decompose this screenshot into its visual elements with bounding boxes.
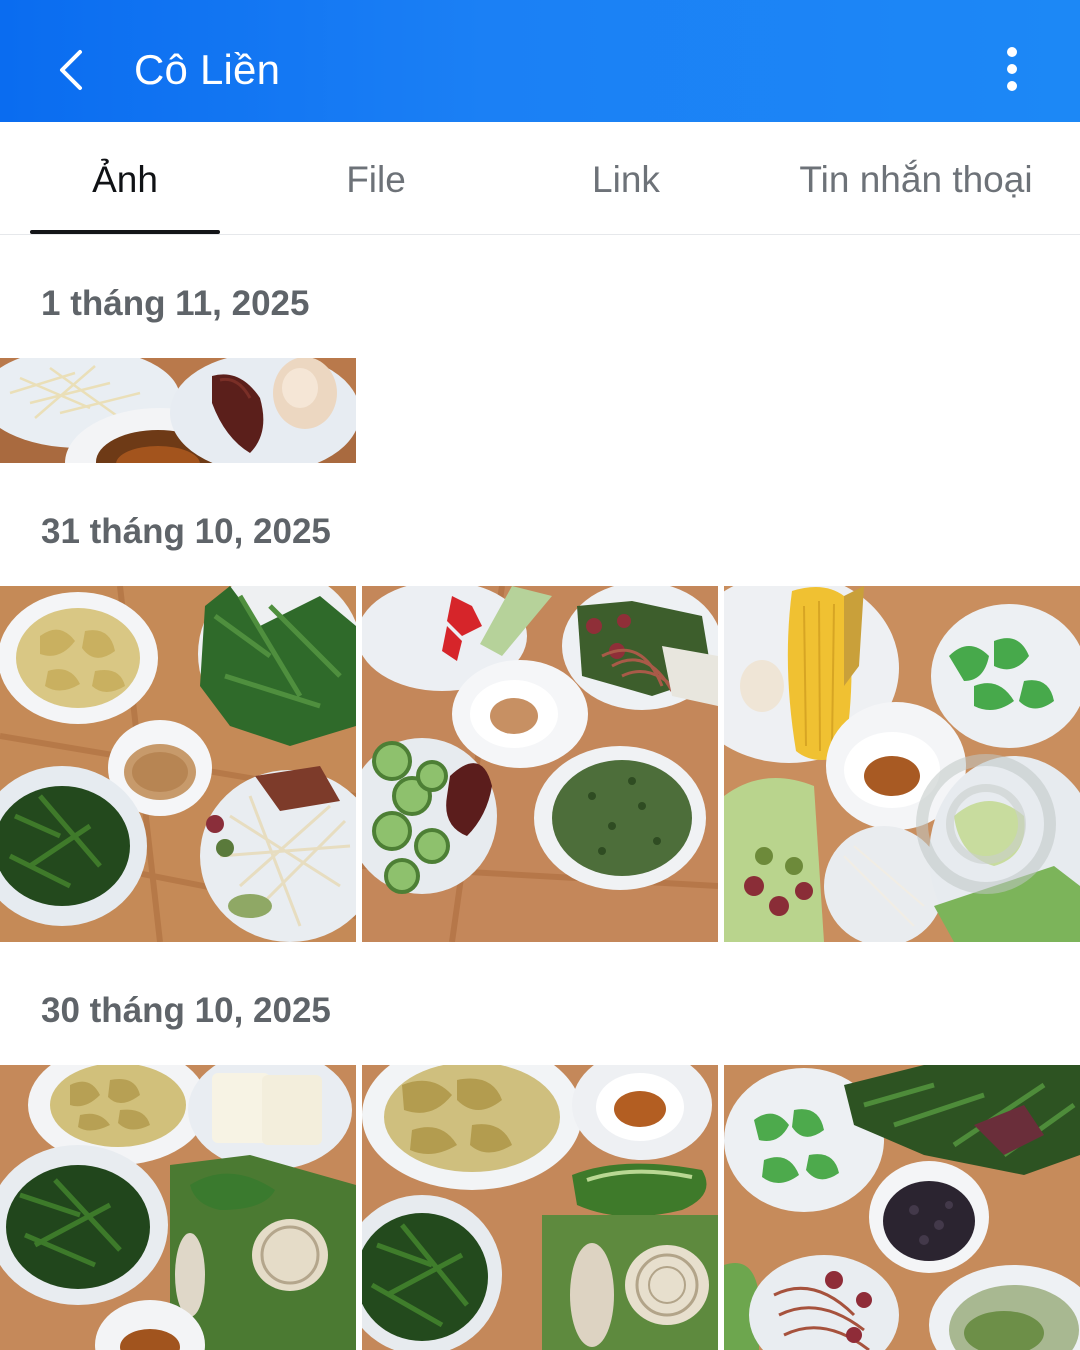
photo-thumbnail[interactable]	[0, 586, 356, 942]
more-options-button[interactable]	[990, 40, 1034, 100]
photo-thumbnail[interactable]	[362, 1065, 718, 1350]
photo-thumbnail[interactable]	[724, 1065, 1080, 1350]
chevron-left-icon	[60, 50, 82, 90]
conversation-title: Cô Liền	[134, 46, 281, 93]
tab-files[interactable]: File	[300, 122, 452, 234]
tab-links[interactable]: Link	[550, 122, 702, 234]
photo-thumbnail[interactable]	[362, 586, 718, 942]
back-button[interactable]	[46, 40, 100, 100]
more-vertical-icon	[1007, 47, 1017, 91]
tab-photos[interactable]: Ảnh	[30, 122, 220, 234]
date-header: 30 tháng 10, 2025	[41, 991, 331, 1030]
tab-voice-messages[interactable]: Tin nhắn thoại	[770, 122, 1062, 234]
app-header: Cô Liền	[0, 0, 1080, 122]
photo-thumbnail[interactable]	[724, 586, 1080, 942]
date-header: 1 tháng 11, 2025	[41, 284, 310, 323]
active-tab-indicator	[30, 230, 220, 234]
photo-thumbnail[interactable]	[0, 358, 356, 463]
date-header: 31 tháng 10, 2025	[41, 512, 331, 551]
media-tabs: Ảnh File Link Tin nhắn thoại	[0, 122, 1080, 235]
photo-thumbnail[interactable]	[0, 1065, 356, 1350]
